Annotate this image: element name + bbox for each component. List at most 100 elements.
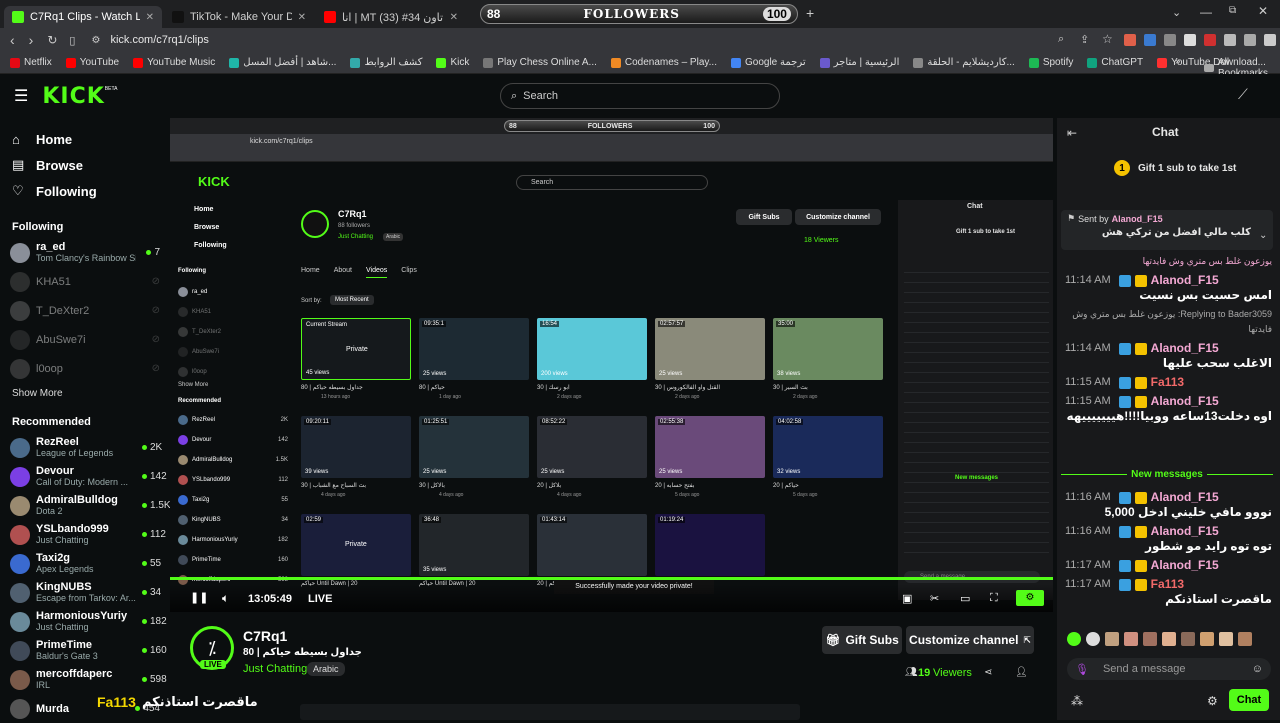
bookmark-item[interactable]: كارديشلايم - الحلقة... — [913, 57, 1014, 68]
emote-icon[interactable] — [1124, 632, 1138, 646]
chat-username[interactable]: Alanod_F15 — [1151, 558, 1219, 573]
following-item[interactable]: ra_edTom Clancy's Rainbow Si...7 — [0, 238, 170, 267]
customize-channel-button[interactable]: Customize channel⇱ — [906, 626, 1034, 654]
bookmark-item[interactable]: Codenames – Play... — [611, 57, 717, 68]
bookmark-item[interactable]: Play Chess Online A... — [483, 57, 597, 68]
mic-icon[interactable]: 🎙︎ — [1075, 663, 1089, 676]
bookmark-item[interactable]: YouTube Music — [133, 57, 215, 68]
share-icon[interactable]: ⇪ — [1080, 33, 1089, 46]
volume-icon[interactable]: 🔈︎ — [222, 591, 229, 606]
site-info-icon[interactable]: ⚙ — [91, 35, 100, 46]
chat-username[interactable]: Alanod_F15 — [1151, 394, 1219, 409]
recommended-item[interactable]: mercoffdapercIRL598 — [0, 665, 170, 694]
bookmark-item[interactable]: Netflix — [10, 57, 52, 68]
tab-search-icon[interactable]: ⌄ — [1172, 6, 1181, 19]
following-item[interactable]: l0oop⊘ — [0, 354, 170, 383]
chat-username[interactable]: Alanod_F15 — [1151, 524, 1219, 539]
recommended-item[interactable]: KingNUBSEscape from Tarkov: Ar...34 — [0, 578, 170, 607]
chat-username[interactable]: Fa113 — [1151, 375, 1184, 390]
clip-icon[interactable]: ✂ — [930, 592, 939, 605]
recommended-item[interactable]: RezReelLeague of Legends2K — [0, 433, 170, 462]
extension-icon[interactable] — [1244, 34, 1256, 46]
star-icon[interactable]: ☆ — [1102, 32, 1113, 46]
bookmark-page-icon[interactable]: ▯ — [69, 34, 75, 47]
extension-icon[interactable] — [1164, 34, 1176, 46]
browser-tab[interactable]: TikTok - Make Your Day✕ — [164, 6, 314, 28]
gift-sub-prompt[interactable]: 1 Gift 1 sub to take 1st — [1114, 160, 1236, 176]
minimize-icon[interactable]: — — [1200, 5, 1212, 19]
reload-icon[interactable]: ↻ — [47, 33, 57, 47]
nav-browse[interactable]: ▤Browse — [0, 152, 170, 178]
url-field[interactable]: kick.com/c7rq1/clips — [110, 34, 208, 46]
bookmark-item[interactable]: Spotify — [1029, 57, 1074, 68]
tab-close-icon[interactable]: ✕ — [298, 12, 306, 23]
nav-home[interactable]: ⌂Home — [0, 126, 170, 152]
emote-icon[interactable] — [1143, 632, 1157, 646]
recommended-item[interactable]: DevourCall of Duty: Modern ...142 — [0, 462, 170, 491]
expand-pinned-icon[interactable]: ⌄ — [1259, 230, 1267, 241]
language-tag[interactable]: Arabic — [307, 662, 345, 676]
extension-icon[interactable] — [1124, 34, 1136, 46]
chat-username[interactable]: Alanod_F15 — [1151, 273, 1219, 288]
bookmarks-overflow-icon[interactable]: » — [1175, 56, 1181, 67]
stream-video[interactable]: kick.com/c7rq1/clips 88 FOLLOWERS 100 KI… — [170, 118, 1053, 612]
following-item[interactable]: KHA51⊘ — [0, 267, 170, 296]
emote-icon[interactable] — [1219, 632, 1233, 646]
pinned-message[interactable]: ⚑ Sent by Alanod_F15 كلب مالي افضل من تر… — [1061, 210, 1273, 250]
bookmark-item[interactable]: Google ترجمة — [731, 57, 806, 68]
recommended-item[interactable]: Taxi2gApex Legends55 — [0, 549, 170, 578]
recommended-item[interactable]: YSLbando999Just Chatting112 — [0, 520, 170, 549]
recommended-item[interactable]: AdmiralBulldogDota 21.5K — [0, 491, 170, 520]
bookmark-item[interactable]: Kick — [436, 57, 469, 68]
settings-icon[interactable]: ⚙ — [1016, 590, 1044, 606]
recommended-item[interactable]: PrimeTimeBaldur's Gate 3160 — [0, 636, 170, 665]
emote-icon[interactable] — [1086, 632, 1100, 646]
chat-send-button[interactable]: Chat — [1229, 689, 1269, 711]
recommended-item[interactable]: HarmoniousYuriyJust Chatting182 — [0, 607, 170, 636]
fullscreen-icon[interactable]: ⛶ — [990, 592, 998, 605]
category-link[interactable]: Just Chatting — [243, 663, 307, 675]
back-icon[interactable]: ‹ — [10, 32, 15, 48]
pip-icon[interactable]: ▣ — [902, 592, 912, 605]
bookmark-item[interactable]: كشف الروابط — [350, 57, 422, 68]
extension-icon[interactable] — [1264, 34, 1276, 46]
tab-close-icon[interactable]: ✕ — [146, 12, 154, 23]
show-more-link[interactable]: Show More — [0, 383, 170, 405]
emote-icon[interactable] — [1067, 632, 1081, 646]
gift-subs-button[interactable]: 🎁︎Gift Subs — [822, 626, 902, 654]
emote-icon[interactable] — [1162, 632, 1176, 646]
bookmark-item[interactable]: شاهد | أفضل المسل... — [229, 57, 336, 68]
collapse-chat-icon[interactable]: ⇤ — [1067, 126, 1077, 140]
chat-username[interactable]: Alanod_F15 — [1151, 490, 1219, 505]
tab-close-icon[interactable]: ✕ — [450, 12, 458, 23]
emoji-icon[interactable]: ☺ — [1252, 663, 1263, 675]
emote-icon[interactable] — [1238, 632, 1252, 646]
extension-icon[interactable] — [1204, 34, 1216, 46]
video-progress-bar[interactable] — [170, 577, 1053, 580]
following-item[interactable]: T_DeXter2⊘ — [0, 296, 170, 325]
browser-tab[interactable]: انا | MT كلبات مسترى تاون 34# (33)✕ — [316, 6, 466, 28]
chat-input[interactable]: 🎙︎ Send a message ☺ — [1067, 658, 1271, 680]
bookmark-item[interactable]: الرئيسية | متاجر — [820, 57, 900, 68]
close-window-icon[interactable]: ✕ — [1258, 4, 1268, 18]
channel-name[interactable]: C7Rq1 — [243, 628, 287, 644]
restore-icon[interactable]: ⧉ — [1229, 5, 1236, 16]
extension-icon[interactable] — [1224, 34, 1236, 46]
share-icon[interactable]: ⋖ — [984, 667, 992, 678]
following-item[interactable]: AbuSwe7i⊘ — [0, 325, 170, 354]
emote-icon[interactable] — [1200, 632, 1214, 646]
pause-icon[interactable]: ❚❚ — [190, 591, 208, 604]
badges-icon[interactable]: ⁂ — [1071, 694, 1083, 708]
kick-logo[interactable]: KICK — [42, 84, 104, 109]
theater-icon[interactable]: ▭ — [960, 592, 970, 605]
chat-settings-icon[interactable]: ⚙ — [1207, 694, 1218, 708]
bookmark-item[interactable]: YouTube — [66, 57, 119, 68]
extension-icon[interactable] — [1144, 34, 1156, 46]
chat-username[interactable]: Fa113 — [1151, 577, 1184, 592]
forward-icon[interactable]: › — [29, 32, 34, 48]
hamburger-menu-icon[interactable]: ☰ — [14, 86, 28, 106]
chat-username[interactable]: Alanod_F15 — [1151, 341, 1219, 356]
nav-following[interactable]: ♡Following — [0, 178, 170, 204]
zoom-icon[interactable]: ⌕ — [1058, 33, 1064, 46]
emote-icon[interactable] — [1105, 632, 1119, 646]
